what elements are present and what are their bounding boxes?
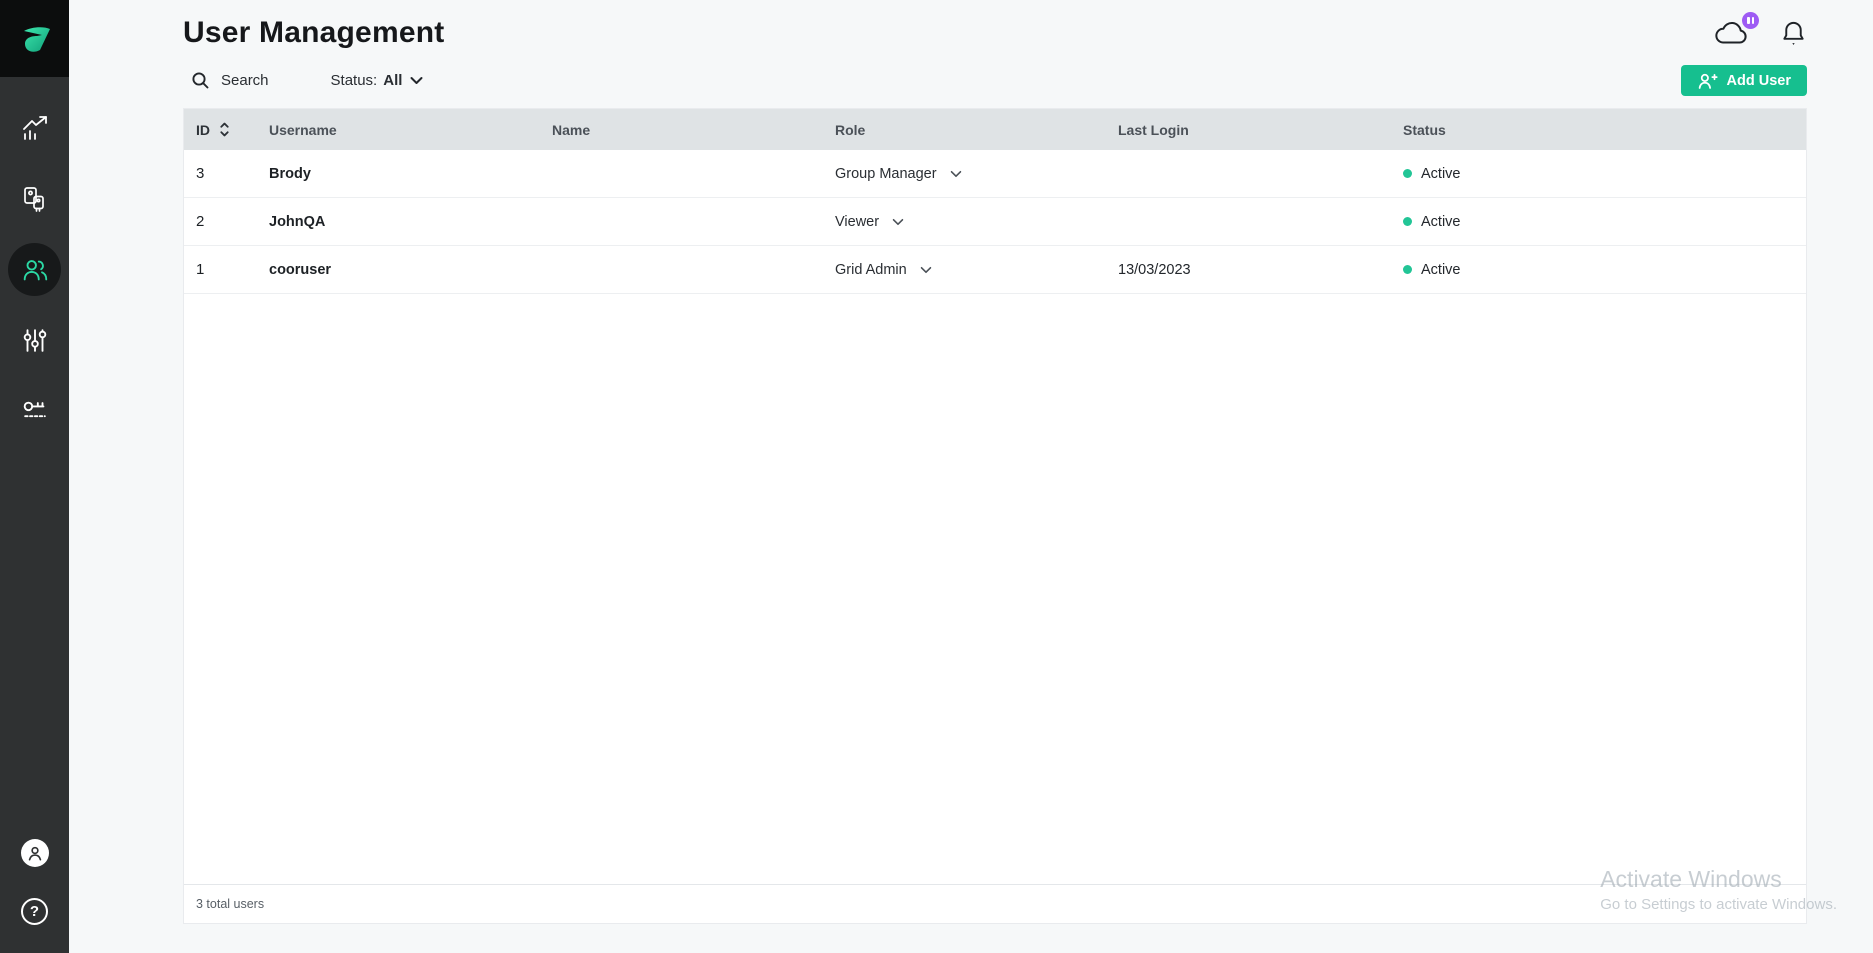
table-header-row: ID Username Name Role Last Login Status — [184, 109, 1806, 150]
table-empty-area — [184, 294, 1806, 884]
bell-icon — [1780, 18, 1807, 48]
status-dot-icon — [1403, 217, 1412, 226]
sidebar-nav — [0, 92, 69, 447]
notifications-button[interactable] — [1780, 18, 1807, 48]
cell-status: Active — [1403, 166, 1806, 182]
active-nav-highlight — [8, 243, 61, 296]
header-icons — [1714, 18, 1807, 48]
status-filter-label: Status: — [331, 72, 378, 89]
table-row: 3 Brody Group Manager Active — [184, 150, 1806, 198]
search-icon — [191, 71, 210, 90]
sidebar-item-devices[interactable] — [0, 163, 69, 234]
user-avatar-icon — [21, 839, 49, 867]
main-content: User Management — [69, 0, 1873, 953]
sidebar: ? — [0, 0, 69, 953]
chevron-down-icon — [892, 218, 904, 226]
role-dropdown[interactable]: Group Manager — [835, 166, 962, 182]
cell-username: cooruser — [269, 262, 552, 278]
user-plus-icon — [1697, 72, 1718, 90]
sidebar-item-analytics[interactable] — [0, 92, 69, 163]
search-input[interactable]: Search — [191, 71, 269, 90]
table-footer: 3 total users — [184, 884, 1806, 923]
sidebar-item-users[interactable] — [0, 234, 69, 305]
column-header-status: Status — [1403, 122, 1806, 138]
search-placeholder: Search — [221, 72, 269, 89]
chevron-down-icon — [950, 170, 962, 178]
cloud-status-button[interactable] — [1714, 19, 1750, 47]
cell-id: 2 — [184, 213, 269, 230]
table-row: 2 JohnQA Viewer Active — [184, 198, 1806, 246]
cell-status: Active — [1403, 262, 1806, 278]
sidebar-item-access-keys[interactable] — [0, 376, 69, 447]
column-header-last-login: Last Login — [1118, 122, 1403, 138]
column-header-id[interactable]: ID — [184, 122, 269, 138]
status-filter-value: All — [383, 72, 402, 89]
app-logo[interactable] — [0, 0, 69, 77]
sort-icon — [219, 122, 230, 137]
cell-last-login: 13/03/2023 — [1118, 262, 1403, 278]
status-dot-icon — [1403, 265, 1412, 274]
key-icon — [20, 397, 50, 427]
add-user-label: Add User — [1727, 73, 1791, 89]
cell-status: Active — [1403, 214, 1806, 230]
total-users-count: 3 total users — [196, 897, 264, 911]
column-header-username: Username — [269, 122, 552, 138]
toolbar: Search Status: All Add User — [69, 50, 1873, 96]
chevron-down-icon — [920, 266, 932, 274]
line-chart-icon — [19, 112, 51, 144]
cell-id: 1 — [184, 261, 269, 278]
status-dot-icon — [1403, 169, 1412, 178]
sidebar-item-account[interactable] — [0, 823, 69, 882]
role-dropdown[interactable]: Grid Admin — [835, 262, 932, 278]
help-icon: ? — [21, 898, 48, 925]
status-label: Active — [1421, 166, 1461, 182]
cell-username: Brody — [269, 166, 552, 182]
sidebar-item-settings[interactable] — [0, 305, 69, 376]
sidebar-bottom: ? — [0, 823, 69, 953]
status-label: Active — [1421, 262, 1461, 278]
sliders-icon — [20, 326, 50, 356]
status-label: Active — [1421, 214, 1461, 230]
status-filter-dropdown[interactable]: Status: All — [331, 72, 424, 89]
devices-icon — [19, 183, 51, 215]
table-row: 1 cooruser Grid Admin 13/03/2023 Active — [184, 246, 1806, 294]
add-user-button[interactable]: Add User — [1681, 65, 1807, 96]
cell-username: JohnQA — [269, 214, 552, 230]
page-title: User Management — [183, 16, 1714, 50]
role-dropdown[interactable]: Viewer — [835, 214, 904, 230]
users-table: ID Username Name Role Last Login Status … — [183, 108, 1807, 924]
column-header-role: Role — [835, 122, 1118, 138]
sidebar-item-help[interactable]: ? — [0, 882, 69, 941]
brand-logo-icon — [16, 22, 54, 56]
pause-badge-icon — [1742, 12, 1759, 29]
cell-id: 3 — [184, 165, 269, 182]
page-header: User Management — [69, 0, 1873, 50]
users-icon — [20, 255, 50, 285]
chevron-down-icon — [408, 76, 423, 85]
column-header-name: Name — [552, 122, 835, 138]
